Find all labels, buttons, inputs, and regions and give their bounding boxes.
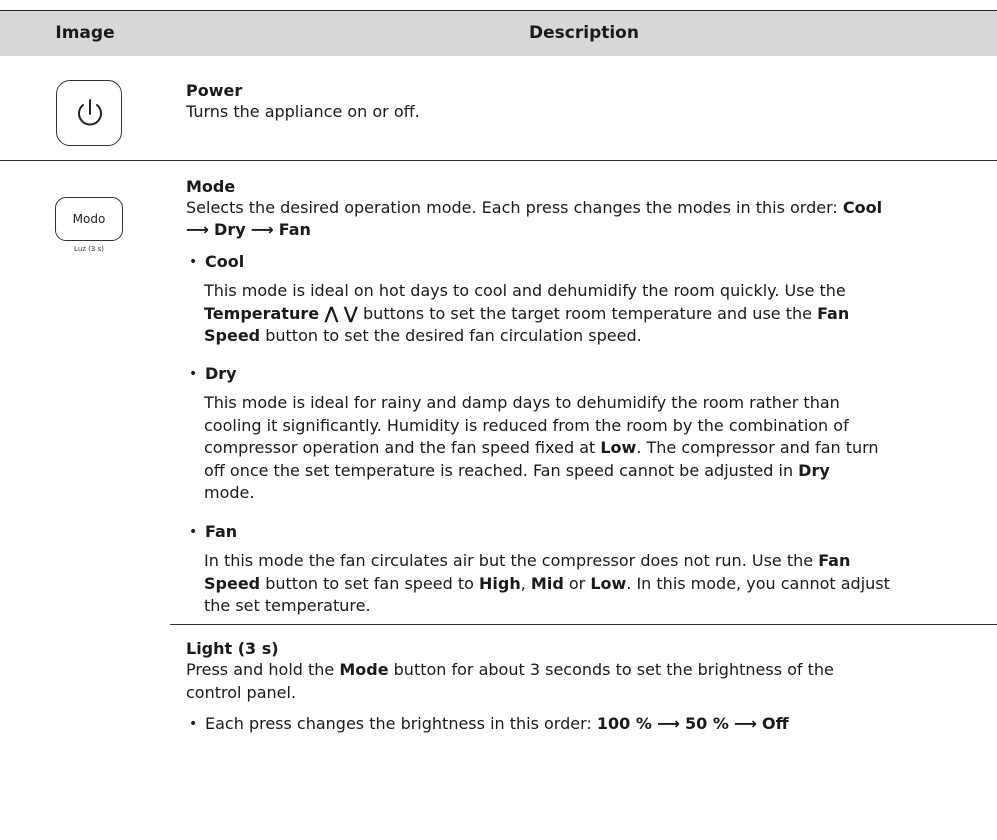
cool-text: This mode is ideal on hot days to cool a… bbox=[204, 281, 850, 345]
bullet-head: Dry bbox=[205, 364, 237, 383]
mode-intro: Selects the desired operation mode. Each… bbox=[186, 198, 883, 217]
power-description: Turns the appliance on or off. bbox=[186, 102, 420, 121]
mode-button-sublabel: Luz (3 s) bbox=[74, 245, 104, 253]
mode-button-label: Modo bbox=[72, 212, 106, 226]
power-icon bbox=[78, 99, 102, 126]
row-divider bbox=[0, 160, 997, 161]
dry-text: This mode is ideal for rainy and damp da… bbox=[204, 393, 879, 502]
mode-title: Mode bbox=[186, 177, 236, 196]
chevron-down-icon: ⋁ bbox=[343, 303, 358, 324]
order-cool: Cool bbox=[842, 198, 883, 217]
mode-button-illustration: Modo bbox=[55, 197, 123, 241]
sub-row-divider bbox=[170, 624, 997, 625]
column-header-description: Description bbox=[529, 23, 639, 43]
power-button-illustration bbox=[56, 80, 122, 146]
bullet-head: Fan bbox=[205, 522, 238, 541]
light-title: Light (3 s) bbox=[186, 639, 279, 658]
chevron-up-icon: ⋀ bbox=[324, 303, 339, 324]
table-header: Image Description bbox=[0, 10, 997, 56]
power-title: Power bbox=[186, 81, 243, 100]
order-dry: Dry bbox=[214, 220, 246, 239]
column-header-image: Image bbox=[55, 23, 115, 43]
mode-intro-order: ⟶ Dry ⟶ Fan bbox=[186, 220, 311, 239]
fan-text: In this mode the fan circulates air but … bbox=[204, 551, 890, 615]
light-text: Press and hold the Mode button for about… bbox=[186, 660, 834, 702]
bullet-head: Cool bbox=[205, 252, 245, 271]
order-fan: Fan bbox=[278, 220, 311, 239]
